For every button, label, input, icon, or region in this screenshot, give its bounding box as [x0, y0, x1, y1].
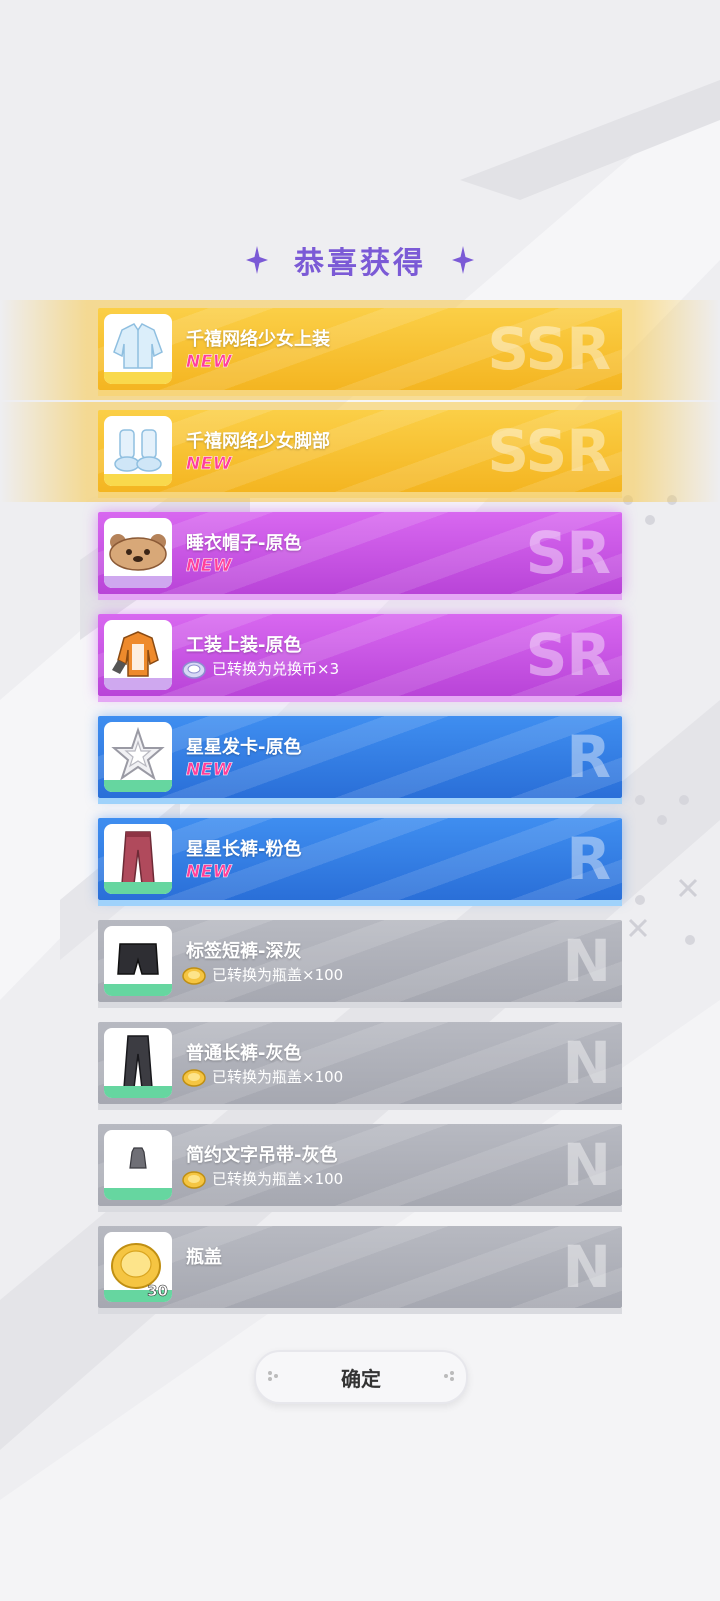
rarity-label: N [562, 1029, 611, 1097]
conversion-text: 已转换为瓶盖×100 [212, 1068, 344, 1086]
reward-item: 普通长裤-灰色 已转换为瓶盖×100 N [98, 1022, 622, 1110]
reward-item: 简约文字吊带-灰色 已转换为瓶盖×100 N [98, 1124, 622, 1212]
rarity-label: SR [525, 621, 611, 689]
conversion-text: 已转换为瓶盖×100 [212, 966, 344, 984]
reward-item: 星星发卡-原色 NEW R [98, 716, 622, 804]
item-name: 瓶盖 [186, 1247, 222, 1268]
item-name: 工装上装-原色 [186, 635, 302, 656]
reward-item: 千禧网络少女上装 NEW SSR [98, 308, 622, 396]
item-name: 普通长裤-灰色 [186, 1043, 302, 1064]
item-name: 星星发卡-原色 [186, 737, 302, 758]
reward-item: 30 瓶盖 N [98, 1226, 622, 1314]
reward-item: 睡衣帽子-原色 NEW SR [98, 512, 622, 600]
new-badge: NEW [186, 352, 233, 373]
rarity-label: SSR [487, 417, 611, 485]
rarity-label: R [566, 723, 611, 791]
rarity-label: SSR [487, 315, 611, 383]
item-thumbnail [104, 620, 172, 690]
reward-header: 恭喜获得 [0, 232, 720, 288]
confirm-label: 确定 [341, 1366, 381, 1391]
conversion-note: 已转换为瓶盖×100 [182, 1168, 343, 1189]
rarity-label: N [562, 1131, 611, 1199]
reward-item: 千禧网络少女脚部 NEW SSR [98, 410, 622, 498]
sparkle-left-icon [246, 246, 268, 274]
sparkle-right-icon [452, 246, 474, 274]
reward-item: 标签短裤-深灰 已转换为瓶盖×100 N [98, 920, 622, 1008]
rarity-label: SR [525, 519, 611, 587]
rarity-label: N [562, 1233, 611, 1301]
conversion-text: 已转换为瓶盖×100 [212, 1170, 344, 1188]
reward-item: 星星长裤-粉色 NEW R [98, 818, 622, 906]
item-thumbnail: 30 [104, 1232, 172, 1302]
item-thumbnail [104, 926, 172, 996]
confirm-button[interactable]: 确定 [254, 1350, 468, 1404]
item-thumbnail [104, 722, 172, 792]
conversion-note: 已转换为瓶盖×100 [182, 1066, 343, 1087]
conversion-text: 已转换为兑换币×3 [212, 660, 340, 678]
item-thumbnail [104, 1130, 172, 1200]
item-name: 千禧网络少女上装 [186, 329, 330, 350]
dots-decoration-icon [268, 1371, 278, 1381]
new-badge: NEW [186, 556, 233, 577]
token-icon [182, 660, 206, 679]
item-thumbnail [104, 1028, 172, 1098]
item-quantity: 30 [147, 1282, 168, 1301]
new-badge: NEW [186, 862, 233, 883]
item-thumbnail [104, 416, 172, 486]
item-name: 星星长裤-粉色 [186, 839, 302, 860]
item-name: 标签短裤-深灰 [186, 941, 302, 962]
bottle-cap-icon [182, 966, 206, 985]
new-badge: NEW [186, 454, 233, 475]
item-name: 千禧网络少女脚部 [186, 431, 330, 452]
item-name: 简约文字吊带-灰色 [186, 1145, 338, 1166]
rarity-label: R [566, 825, 611, 893]
rarity-label: N [562, 927, 611, 995]
page-title: 恭喜获得 [294, 246, 426, 281]
item-name: 睡衣帽子-原色 [186, 533, 302, 554]
new-badge: NEW [186, 760, 233, 781]
conversion-note: 已转换为瓶盖×100 [182, 964, 343, 985]
item-thumbnail [104, 518, 172, 588]
bottle-cap-icon [182, 1068, 206, 1087]
bottle-cap-icon [182, 1170, 206, 1189]
item-thumbnail [104, 824, 172, 894]
item-thumbnail [104, 314, 172, 384]
dots-decoration-icon [444, 1371, 454, 1381]
conversion-note: 已转换为兑换币×3 [182, 658, 339, 679]
reward-item: 工装上装-原色 已转换为兑换币×3 SR [98, 614, 622, 702]
